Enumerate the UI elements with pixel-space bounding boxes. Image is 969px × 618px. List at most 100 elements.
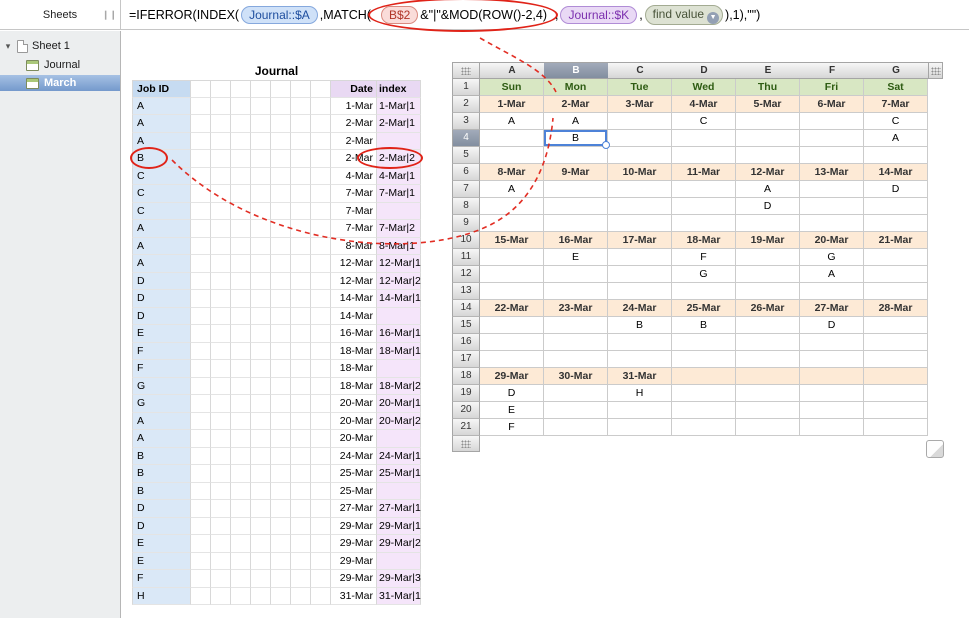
- journal-empty-cell[interactable]: [291, 500, 311, 518]
- journal-header-empty-cell[interactable]: [311, 80, 331, 98]
- journal-empty-cell[interactable]: [231, 447, 251, 465]
- journal-index-cell[interactable]: 7-Mar|2: [377, 220, 421, 238]
- journal-empty-cell[interactable]: [191, 377, 211, 395]
- cell-A8[interactable]: [480, 198, 544, 215]
- cell-A2[interactable]: 1-Mar: [480, 96, 544, 113]
- cell-E14[interactable]: 26-Mar: [736, 300, 800, 317]
- journal-date-cell[interactable]: 20-Mar: [331, 412, 377, 430]
- cell-A3[interactable]: A: [480, 113, 544, 130]
- journal-index-cell[interactable]: 20-Mar|1: [377, 395, 421, 413]
- journal-empty-cell[interactable]: [211, 185, 231, 203]
- journal-empty-cell[interactable]: [191, 97, 211, 115]
- row-header-6[interactable]: 6: [452, 164, 480, 181]
- journal-empty-cell[interactable]: [311, 482, 331, 500]
- cell-E1[interactable]: Thu: [736, 79, 800, 96]
- journal-empty-cell[interactable]: [251, 412, 271, 430]
- journal-row[interactable]: D 29-Mar 29-Mar|1: [132, 517, 421, 535]
- cell-G18[interactable]: [864, 368, 928, 385]
- journal-empty-cell[interactable]: [231, 325, 251, 343]
- journal-empty-cell[interactable]: [191, 395, 211, 413]
- cell-F7[interactable]: [800, 181, 864, 198]
- journal-empty-cell[interactable]: [191, 290, 211, 308]
- journal-empty-cell[interactable]: [211, 412, 231, 430]
- journal-date-cell[interactable]: 1-Mar: [331, 97, 377, 115]
- journal-row[interactable]: B 25-Mar: [132, 482, 421, 500]
- cell-C1[interactable]: Tue: [608, 79, 672, 96]
- journal-date-cell[interactable]: 4-Mar: [331, 167, 377, 185]
- journal-empty-cell[interactable]: [211, 255, 231, 273]
- journal-empty-cell[interactable]: [311, 342, 331, 360]
- journal-empty-cell[interactable]: [271, 517, 291, 535]
- journal-index-cell[interactable]: 24-Mar|1: [377, 447, 421, 465]
- journal-index-cell[interactable]: 18-Mar|1: [377, 342, 421, 360]
- cell-A12[interactable]: [480, 266, 544, 283]
- cell-B17[interactable]: [544, 351, 608, 368]
- journal-job-cell[interactable]: C: [132, 202, 191, 220]
- cell-G6[interactable]: 14-Mar: [864, 164, 928, 181]
- journal-index-cell[interactable]: 25-Mar|1: [377, 465, 421, 483]
- cell-G15[interactable]: [864, 317, 928, 334]
- journal-empty-cell[interactable]: [211, 377, 231, 395]
- journal-empty-cell[interactable]: [291, 132, 311, 150]
- journal-empty-cell[interactable]: [291, 552, 311, 570]
- journal-empty-cell[interactable]: [251, 517, 271, 535]
- journal-empty-cell[interactable]: [271, 272, 291, 290]
- cell-D21[interactable]: [672, 419, 736, 436]
- cell-B1[interactable]: Mon: [544, 79, 608, 96]
- journal-empty-cell[interactable]: [211, 552, 231, 570]
- journal-empty-cell[interactable]: [311, 535, 331, 553]
- cell-B16[interactable]: [544, 334, 608, 351]
- journal-empty-cell[interactable]: [231, 307, 251, 325]
- cell-D8[interactable]: [672, 198, 736, 215]
- cell-B15[interactable]: [544, 317, 608, 334]
- journal-row[interactable]: B 2-Mar 2-Mar|2: [132, 150, 421, 168]
- cell-A16[interactable]: [480, 334, 544, 351]
- cell-F18[interactable]: [800, 368, 864, 385]
- journal-row[interactable]: D 14-Mar: [132, 307, 421, 325]
- journal-empty-cell[interactable]: [271, 377, 291, 395]
- cell-F16[interactable]: [800, 334, 864, 351]
- journal-date-cell[interactable]: 16-Mar: [331, 325, 377, 343]
- row-header-8[interactable]: 8: [452, 198, 480, 215]
- journal-empty-cell[interactable]: [191, 237, 211, 255]
- cell-B20[interactable]: [544, 402, 608, 419]
- journal-empty-cell[interactable]: [251, 447, 271, 465]
- journal-empty-cell[interactable]: [291, 325, 311, 343]
- journal-empty-cell[interactable]: [231, 430, 251, 448]
- journal-date-cell[interactable]: 2-Mar: [331, 132, 377, 150]
- journal-empty-cell[interactable]: [291, 342, 311, 360]
- cell-F8[interactable]: [800, 198, 864, 215]
- cell-E18[interactable]: [736, 368, 800, 385]
- journal-empty-cell[interactable]: [271, 535, 291, 553]
- cell-E5[interactable]: [736, 147, 800, 164]
- journal-index-cell[interactable]: 29-Mar|1: [377, 517, 421, 535]
- cell-A15[interactable]: [480, 317, 544, 334]
- journal-index-cell[interactable]: [377, 132, 421, 150]
- row-header-4[interactable]: 4: [452, 130, 480, 147]
- journal-date-cell[interactable]: 7-Mar: [331, 220, 377, 238]
- cell-E8[interactable]: D: [736, 198, 800, 215]
- journal-empty-cell[interactable]: [211, 395, 231, 413]
- journal-job-cell[interactable]: A: [132, 237, 191, 255]
- cell-E6[interactable]: 12-Mar: [736, 164, 800, 181]
- cell-F6[interactable]: 13-Mar: [800, 164, 864, 181]
- journal-date-cell[interactable]: 29-Mar: [331, 552, 377, 570]
- journal-empty-cell[interactable]: [191, 220, 211, 238]
- journal-header-empty-cell[interactable]: [291, 80, 311, 98]
- cell-G8[interactable]: [864, 198, 928, 215]
- column-end-handle[interactable]: [929, 62, 943, 79]
- journal-empty-cell[interactable]: [271, 150, 291, 168]
- cell-D7[interactable]: [672, 181, 736, 198]
- journal-empty-cell[interactable]: [231, 465, 251, 483]
- journal-index-cell[interactable]: 12-Mar|1: [377, 255, 421, 273]
- journal-index-cell[interactable]: 18-Mar|2: [377, 377, 421, 395]
- journal-empty-cell[interactable]: [251, 255, 271, 273]
- journal-empty-cell[interactable]: [231, 377, 251, 395]
- journal-empty-cell[interactable]: [231, 587, 251, 605]
- cell-C9[interactable]: [608, 215, 672, 232]
- cell-G11[interactable]: [864, 249, 928, 266]
- journal-job-cell[interactable]: A: [132, 132, 191, 150]
- journal-date-cell[interactable]: 29-Mar: [331, 517, 377, 535]
- journal-empty-cell[interactable]: [191, 325, 211, 343]
- journal-date-cell[interactable]: 18-Mar: [331, 342, 377, 360]
